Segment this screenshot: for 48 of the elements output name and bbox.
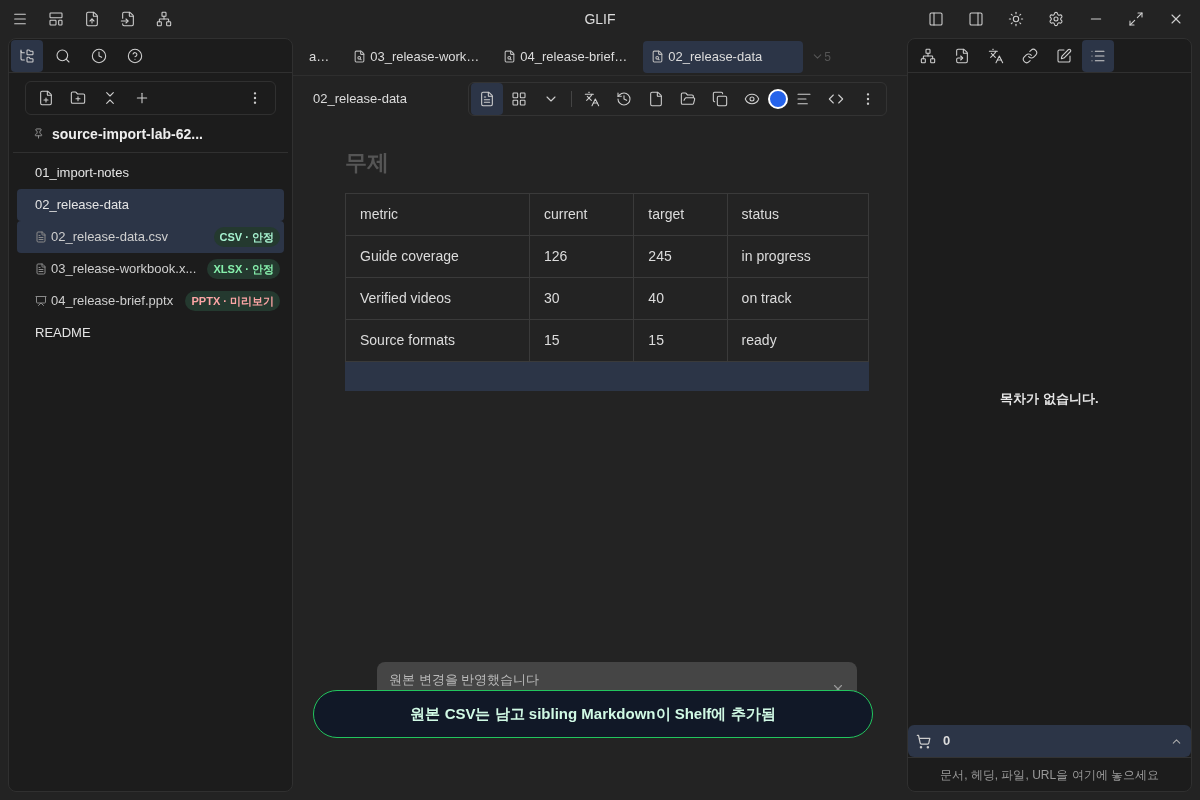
- file-badge: CSV · 안정: [213, 226, 280, 248]
- pin-icon: [33, 128, 44, 139]
- editor-tab[interactable]: 04_release-brief…: [495, 40, 636, 73]
- breadcrumb: 02_release-data: [313, 90, 408, 109]
- window-title: GLIF: [583, 10, 617, 29]
- tree-item[interactable]: 01_import-notes: [17, 157, 284, 189]
- empty-outline-text: 목차가 없습니다.: [1000, 390, 1099, 409]
- column-header: current: [529, 193, 634, 236]
- table-cell: on track: [727, 277, 869, 320]
- editor-tab[interactable]: a…: [301, 40, 338, 73]
- tree-item[interactable]: 02_release-data.csv CSV · 안정: [17, 221, 284, 253]
- table-cell: 15: [633, 319, 728, 362]
- file-tree-icon[interactable]: [11, 39, 43, 72]
- editor-tab[interactable]: 02_release-data: [643, 40, 804, 73]
- tree-item[interactable]: 03_release-workbook.x... XLSX · 안정: [17, 253, 284, 285]
- table-cell: Verified videos: [345, 277, 530, 320]
- file-search-icon: [651, 50, 665, 63]
- presentation-icon: [35, 295, 47, 307]
- table-cell: ready: [727, 319, 869, 362]
- column-header: metric: [345, 193, 530, 236]
- table-cell: in progress: [727, 235, 869, 278]
- file-search-icon: [353, 50, 367, 63]
- status-toast: 원본 CSV는 남고 sibling Markdown이 Shelf에 추가됨: [313, 690, 873, 738]
- file-icon: [35, 231, 47, 243]
- table-cell: 245: [633, 235, 728, 278]
- file-search-icon: [503, 50, 517, 63]
- editor-tab[interactable]: 03_release-work…: [345, 40, 488, 73]
- table-cell: 30: [529, 277, 634, 320]
- shelf-bar[interactable]: 0: [908, 725, 1191, 757]
- tree-item[interactable]: README: [17, 317, 284, 349]
- table-cell: 126: [529, 235, 634, 278]
- vault-name: source-import-lab-62...: [52, 124, 203, 144]
- shelf-count: 0: [943, 732, 952, 751]
- cart-icon: [916, 733, 931, 749]
- table-cell: 40: [633, 277, 728, 320]
- column-header: target: [633, 193, 728, 236]
- file-badge: PPTX · 미리보기: [185, 290, 280, 312]
- tree-item[interactable]: 04_release-brief.pptx PPTX · 미리보기: [17, 285, 284, 317]
- table-cell: Guide coverage: [345, 235, 530, 278]
- file-icon: [35, 263, 47, 275]
- tree-item[interactable]: 02_release-data: [17, 189, 284, 221]
- column-header: status: [727, 193, 869, 236]
- shelf-hint: 문서, 헤딩, 파일, URL을 여기에 놓으세요: [940, 766, 1159, 784]
- file-badge: XLSX · 안정: [207, 258, 280, 280]
- table-cell: 15: [529, 319, 634, 362]
- table-cell: Source formats: [345, 319, 530, 362]
- document-icon[interactable]: [471, 83, 503, 115]
- outline-icon[interactable]: [1082, 39, 1114, 72]
